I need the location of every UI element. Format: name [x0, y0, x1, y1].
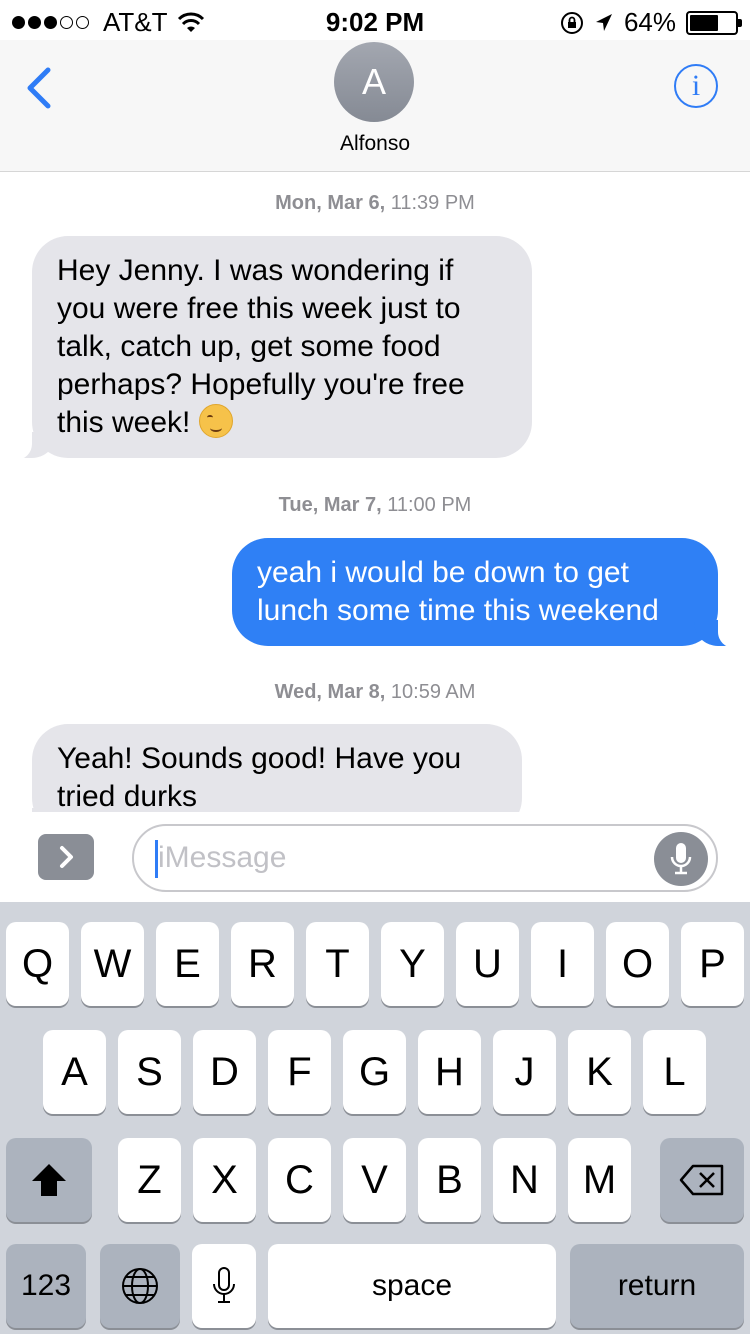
return-key[interactable]: return: [570, 1244, 744, 1328]
key-a[interactable]: A: [43, 1030, 106, 1114]
key-q[interactable]: Q: [6, 922, 69, 1006]
shift-icon: [32, 1164, 66, 1196]
key-y[interactable]: Y: [381, 922, 444, 1006]
status-bar: AT&T 9:02 PM 64%: [0, 0, 750, 40]
dictation-key[interactable]: [192, 1244, 256, 1328]
key-d[interactable]: D: [193, 1030, 256, 1114]
key-v[interactable]: V: [343, 1138, 406, 1222]
timestamp: Mon, Mar 6, 11:39 PM: [275, 192, 475, 214]
key-z[interactable]: Z: [118, 1138, 181, 1222]
key-n[interactable]: N: [493, 1138, 556, 1222]
shift-key[interactable]: [6, 1138, 92, 1222]
key-x[interactable]: X: [193, 1138, 256, 1222]
message-input[interactable]: [132, 824, 718, 892]
incoming-message-bubble[interactable]: Hey Jenny. I was wondering if you were f…: [10, 236, 532, 460]
delete-key[interactable]: [660, 1138, 744, 1222]
numbers-key[interactable]: 123: [6, 1244, 86, 1328]
globe-icon: [122, 1268, 158, 1304]
message-line: this week!: [57, 404, 507, 442]
keyboard: 123 space return QWERTYUIOP ASDFGHJKL ZXCV…: [0, 902, 750, 1334]
chevron-left-icon: [27, 67, 51, 109]
key-s[interactable]: S: [118, 1030, 181, 1114]
chevron-right-icon: [60, 846, 73, 868]
smiling-face-emoji-icon: [198, 404, 233, 438]
message-line: you were free this week just to: [57, 292, 461, 325]
battery-icon: [686, 10, 742, 35]
info-button[interactable]: i: [674, 64, 718, 108]
back-button[interactable]: [18, 64, 62, 112]
key-h[interactable]: H: [418, 1030, 481, 1114]
timestamp: Tue, Mar 7, 11:00 PM: [278, 494, 472, 516]
dictate-button[interactable]: [654, 832, 708, 886]
key-c[interactable]: C: [268, 1138, 331, 1222]
avatar-initial: A: [361, 61, 386, 102]
conversation-header: A Alfonso i: [0, 40, 750, 172]
message-line: lunch some time this weekend: [257, 594, 659, 627]
key-o[interactable]: O: [606, 922, 669, 1006]
message-line: Yeah! Sounds good! Have you: [57, 742, 462, 775]
rotation-lock-icon: [560, 11, 583, 34]
key-l[interactable]: L: [643, 1030, 706, 1114]
location-icon: [595, 13, 612, 31]
key-j[interactable]: J: [493, 1030, 556, 1114]
key-k[interactable]: K: [568, 1030, 631, 1114]
message-line: Hey Jenny. I was wondering if: [57, 254, 454, 287]
key-i[interactable]: I: [531, 922, 594, 1006]
message-line: yeah i would be down to get: [257, 556, 629, 589]
battery-percent: 64%: [623, 7, 676, 37]
message-line: talk, catch up, get some food: [57, 330, 441, 363]
key-u[interactable]: U: [456, 922, 519, 1006]
key-p[interactable]: P: [681, 922, 744, 1006]
key-e[interactable]: E: [156, 922, 219, 1006]
microphone-icon: [213, 1267, 235, 1303]
space-key[interactable]: space: [268, 1244, 556, 1328]
key-f[interactable]: F: [268, 1030, 331, 1114]
key-m[interactable]: M: [568, 1138, 631, 1222]
key-r[interactable]: R: [231, 922, 294, 1006]
compose-bar: [0, 812, 750, 902]
message-line: perhaps? Hopefully you're free: [57, 368, 465, 401]
avatar[interactable]: A: [334, 42, 414, 122]
globe-key[interactable]: [100, 1244, 180, 1328]
outgoing-message-bubble[interactable]: yeah i would be down to get lunch some t…: [232, 538, 740, 648]
timestamp: Wed, Mar 8, 10:59 AM: [274, 681, 476, 703]
text-caret: [155, 840, 158, 878]
status-right: 64%: [560, 7, 742, 38]
apps-button[interactable]: [38, 834, 94, 880]
key-w[interactable]: W: [81, 922, 144, 1006]
message-line: tried durks: [57, 780, 198, 813]
info-icon: i: [691, 69, 701, 102]
microphone-icon: [670, 843, 692, 875]
key-b[interactable]: B: [418, 1138, 481, 1222]
contact-name[interactable]: Alfonso: [0, 132, 750, 156]
delete-icon: [679, 1164, 724, 1196]
battery-fill: [690, 14, 719, 31]
key-t[interactable]: T: [306, 922, 369, 1006]
key-g[interactable]: G: [343, 1030, 406, 1114]
